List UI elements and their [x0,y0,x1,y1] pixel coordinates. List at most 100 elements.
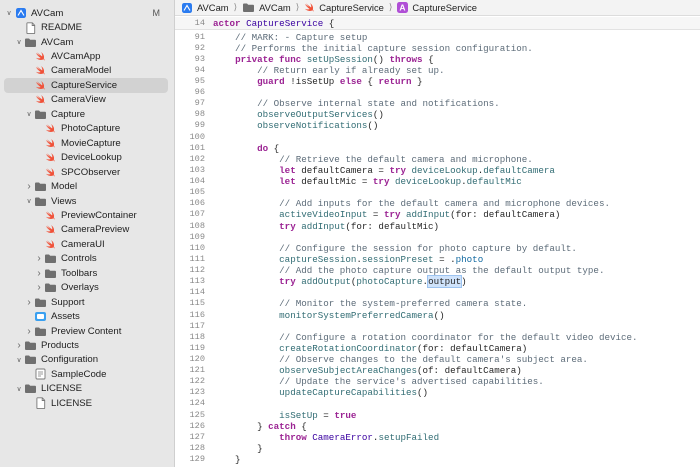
code-line[interactable]: 115 // Monitor the system-preferred came… [175,298,700,309]
code-line[interactable]: 118 // Configure a rotation coordinator … [175,332,700,343]
sidebar-item-model[interactable]: › Model [4,179,168,193]
code-token: () [417,387,429,399]
code-line[interactable]: 116 monitorSystemPreferredCamera() [175,310,700,321]
code-line[interactable]: 92 // Performs the initial capture sessi… [175,43,700,54]
disclosure-closed-icon[interactable]: › [24,326,34,337]
code-line[interactable]: 99 observeNotifications() [175,120,700,131]
sidebar-item-license[interactable]: ∨ LICENSE [4,382,168,396]
code-line[interactable]: 96 [175,87,700,98]
sidebar-item-capture[interactable]: ∨ Capture [4,107,168,121]
sidebar-item-photocapture[interactable]: PhotoCapture [4,122,168,136]
code-line[interactable]: 129 } [175,454,700,465]
sidebar-item-spcobserver[interactable]: SPCObserver [4,165,168,179]
code-line[interactable]: 124 [175,398,700,409]
code-line[interactable]: 106 // Add inputs for the default camera… [175,198,700,209]
disclosure-open-icon[interactable]: ∨ [14,356,24,364]
sidebar-item-devicelookup[interactable]: DeviceLookup [4,151,168,165]
code-line[interactable]: 110 // Configure the session for photo c… [175,243,700,254]
code-line[interactable]: 125 isSetUp = true [175,410,700,421]
sidebar-item-previewcontainer[interactable]: PreviewContainer [4,208,168,222]
line-number: 110 [189,242,205,253]
project-icon [181,2,193,14]
sidebar-item-license[interactable]: LICENSE [4,396,168,410]
line-number: 127 [189,431,205,442]
sidebar-item-overlays[interactable]: › Overlays [4,281,168,295]
sidebar-item-products[interactable]: › Products [4,338,168,352]
line-number: 96 [194,87,205,98]
code-line[interactable]: 122 // Update the service's advertised c… [175,376,700,387]
code-token: else [339,75,362,87]
sidebar-item-avcam[interactable]: ∨ AVCam [4,35,168,49]
sidebar-item-cameramodel[interactable]: CameraModel [4,64,168,78]
code-line[interactable]: 108 try addInput(for: defaultMic) [175,221,700,232]
sidebar-item-cameraui[interactable]: CameraUI [4,237,168,251]
sidebar-item-toolbars[interactable]: › Toolbars [4,266,168,280]
code-line[interactable]: 102 // Retrieve the default camera and m… [175,154,700,165]
disclosure-open-icon[interactable]: ∨ [4,9,14,17]
code-text: // Return early if already set up. [213,65,444,76]
sidebar-item-controls[interactable]: › Controls [4,252,168,266]
code-line[interactable]: 120 // Observe changes to the default ca… [175,354,700,365]
disclosure-open-icon[interactable]: ∨ [24,197,34,205]
disclosure-open-icon[interactable]: ∨ [24,110,34,118]
sidebar-item-avcam[interactable]: ∨ AVCam M [4,6,168,20]
code-line[interactable]: 126 } catch { [175,421,700,432]
sidebar-item-assets[interactable]: Assets [4,309,168,323]
code-text: } catch { [213,421,307,432]
disclosure-closed-icon[interactable]: › [34,282,44,293]
sidebar-item-cameraview[interactable]: CameraView [4,93,168,107]
code-line[interactable]: 109 [175,232,700,243]
sidebar-item-preview-content[interactable]: › Preview Content [4,324,168,338]
sidebar-item-label: Views [51,195,77,207]
code-line[interactable]: 121 observeSubjectAreaChanges(of: defaul… [175,365,700,376]
breadcrumb-item[interactable]: CaptureService [304,2,384,13]
sticky-header-line[interactable]: 14 actor CaptureService { [175,17,700,30]
code-line[interactable]: 111 captureSession.sessionPreset = .phot… [175,254,700,265]
code-line[interactable]: 112 // Add the photo capture output as t… [175,265,700,276]
code-line[interactable]: 93 private func setUpSession() throws { [175,54,700,65]
disclosure-open-icon[interactable]: ∨ [14,38,24,46]
sidebar-item-moviecapture[interactable]: MovieCapture [4,136,168,150]
code-line[interactable]: 101 do { [175,143,700,154]
sidebar-item-configuration[interactable]: ∨ Configuration [4,353,168,367]
sidebar-item-captureservice[interactable]: CaptureService [4,78,168,93]
disclosure-open-icon[interactable]: ∨ [14,385,24,393]
code-line[interactable]: 105 [175,187,700,198]
code-line[interactable]: 117 [175,321,700,332]
breadcrumb-item[interactable]: AVCam [181,2,229,14]
breadcrumb-item[interactable]: AVCam [242,2,291,13]
code-line[interactable]: 94 // Return early if already set up. [175,65,700,76]
sidebar-item-camerapreview[interactable]: CameraPreview [4,223,168,237]
code-line[interactable]: 119 createRotationCoordinator(for: defau… [175,343,700,354]
code-line[interactable]: 107 activeVideoInput = try addInput(for:… [175,209,700,220]
code-line[interactable]: 95 guard !isSetUp else { return } [175,76,700,87]
code-line[interactable]: 91 // MARK: - Capture setup [175,32,700,43]
code-line[interactable]: 123 updateCaptureCapabilities() [175,387,700,398]
sidebar-item-samplecode[interactable]: SampleCode [4,367,168,381]
code-line[interactable]: 114 [175,287,700,298]
code-token: (for: defaultCamera) [450,209,561,221]
code-line[interactable]: 104 let defaultMic = try deviceLookup.de… [175,176,700,187]
code-token: observeOutputServices [257,109,373,121]
sidebar-item-views[interactable]: ∨ Views [4,194,168,208]
code-line[interactable]: 128 } [175,443,700,454]
disclosure-closed-icon[interactable]: › [34,253,44,264]
code-line[interactable]: 98 observeOutputServices() [175,109,700,120]
breadcrumb-item[interactable]: A CaptureService [397,2,477,13]
disclosure-closed-icon[interactable]: › [24,297,34,308]
disclosure-closed-icon[interactable]: › [34,268,44,279]
disclosure-closed-icon[interactable]: › [24,181,34,192]
code-editor[interactable]: AVCam ⟩ AVCam ⟩ CaptureService ⟩ A CaptureServi… [175,0,700,467]
sidebar-item-avcamapp[interactable]: AVCamApp [4,49,168,63]
code-line[interactable]: 97 // Observe internal state and notific… [175,98,700,109]
disclosure-closed-icon[interactable]: › [14,340,24,351]
sidebar-item-support[interactable]: › Support [4,295,168,309]
sidebar-item-readme[interactable]: README [4,20,168,34]
highlighted-token: output [427,275,463,289]
code-line[interactable]: 103 let defaultCamera = try deviceLookup… [175,165,700,176]
code-line[interactable]: 127 throw CameraError.setupFailed [175,432,700,443]
code-line[interactable]: 113 try addOutput(photoCapture.output) [175,275,700,289]
code-token: (of: defaultCamera) [417,365,522,377]
code-line[interactable]: 100 [175,132,700,143]
